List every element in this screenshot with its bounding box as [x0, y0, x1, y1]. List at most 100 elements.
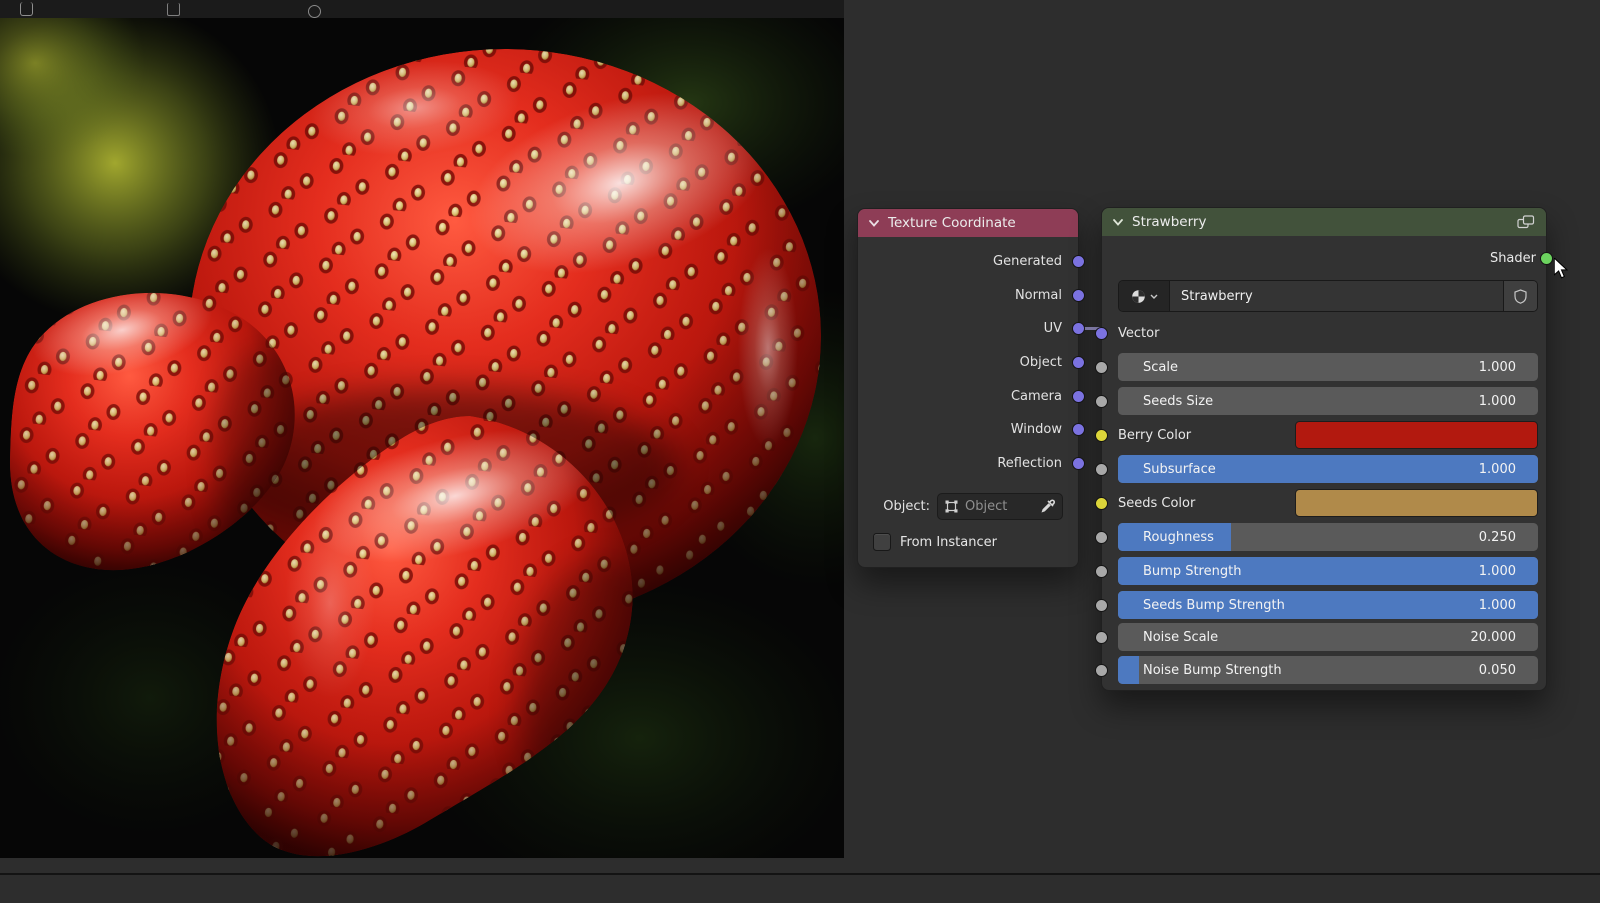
- texture-coordinate-node[interactable]: Texture Coordinate Generated Normal UV O…: [857, 208, 1079, 568]
- header-circle-icon[interactable]: [308, 5, 321, 18]
- slider-label: Scale: [1143, 360, 1178, 375]
- group-name-field[interactable]: Strawberry: [1170, 281, 1503, 311]
- socket-float-input[interactable]: [1095, 599, 1108, 612]
- output-generated: Generated: [858, 245, 1078, 279]
- socket-color-input[interactable]: [1095, 497, 1108, 510]
- roughness-slider[interactable]: Roughness 0.250: [1118, 523, 1538, 551]
- collapse-chevron-icon[interactable]: [1113, 219, 1123, 226]
- socket-float-input[interactable]: [1095, 463, 1108, 476]
- node-group-icon: [1517, 215, 1535, 229]
- fake-user-toggle[interactable]: [1503, 281, 1537, 311]
- output-label: Window: [1011, 422, 1062, 437]
- slider-label: Roughness: [1143, 530, 1214, 545]
- socket-float-input[interactable]: [1095, 664, 1108, 677]
- input-row-seeds-color: Seeds Color: [1118, 489, 1538, 517]
- node-header[interactable]: Texture Coordinate: [858, 209, 1078, 237]
- color-input-label: Seeds Color: [1118, 496, 1295, 511]
- seeds-size-slider[interactable]: Seeds Size 1.000: [1118, 387, 1538, 415]
- slider-fill: [1118, 656, 1139, 684]
- noise-bump-strength-slider[interactable]: Noise Bump Strength 0.050: [1118, 656, 1538, 684]
- slider-label: Seeds Size: [1143, 394, 1213, 409]
- bump-strength-slider[interactable]: Bump Strength 1.000: [1118, 557, 1538, 585]
- output-object: Object: [858, 346, 1078, 380]
- socket-float-input[interactable]: [1095, 395, 1108, 408]
- seeds-color-swatch[interactable]: [1295, 489, 1538, 517]
- input-row-berry-color: Berry Color: [1118, 421, 1538, 449]
- shield-icon: [1514, 289, 1527, 304]
- node-group-selector[interactable]: Strawberry: [1118, 280, 1538, 312]
- node-header[interactable]: Strawberry: [1102, 208, 1546, 236]
- slider-label: Noise Scale: [1143, 630, 1218, 645]
- socket-vector-output[interactable]: [1072, 457, 1085, 470]
- strawberry-group-node[interactable]: Strawberry Shader Strawber: [1101, 207, 1547, 691]
- slider-value: 1.000: [1479, 598, 1516, 613]
- output-normal: Normal: [858, 279, 1078, 313]
- blender-shader-editor: Texture Coordinate Generated Normal UV O…: [0, 0, 1600, 903]
- berry-color-swatch[interactable]: [1295, 421, 1538, 449]
- output-label: Normal: [1015, 288, 1062, 303]
- from-instancer-label: From Instancer: [900, 535, 997, 550]
- slider-value: 1.000: [1479, 394, 1516, 409]
- subsurface-slider[interactable]: Subsurface 1.000: [1118, 455, 1538, 483]
- group-browse-button[interactable]: [1119, 281, 1170, 311]
- output-label: Camera: [1011, 389, 1062, 404]
- shader-output-row: Shader: [1118, 242, 1538, 274]
- socket-float-input[interactable]: [1095, 631, 1108, 644]
- eyedropper-icon[interactable]: [1040, 498, 1056, 514]
- socket-vector-output[interactable]: [1072, 423, 1085, 436]
- object-icon: [944, 499, 959, 514]
- nodetree-ball-icon: [1131, 289, 1146, 304]
- socket-float-input[interactable]: [1095, 531, 1108, 544]
- mouse-cursor: [1554, 258, 1570, 280]
- input-row-roughness: Roughness 0.250: [1118, 523, 1538, 551]
- input-row-bump-strength: Bump Strength 1.000: [1118, 557, 1538, 585]
- slider-value: 20.000: [1471, 630, 1517, 645]
- seeds-bump-strength-slider[interactable]: Seeds Bump Strength 1.000: [1118, 591, 1538, 619]
- from-instancer-row[interactable]: From Instancer: [858, 531, 1078, 553]
- socket-vector-output[interactable]: [1072, 390, 1085, 403]
- color-input-label: Berry Color: [1118, 428, 1295, 443]
- collapse-chevron-icon[interactable]: [869, 220, 879, 227]
- socket-float-input[interactable]: [1095, 565, 1108, 578]
- noise-scale-slider[interactable]: Noise Scale 20.000: [1118, 623, 1538, 651]
- output-label: Reflection: [997, 456, 1062, 471]
- chevron-down-icon: [1150, 294, 1158, 299]
- output-label: Generated: [993, 254, 1062, 269]
- slider-label: Subsurface: [1143, 462, 1216, 477]
- from-instancer-checkbox[interactable]: [873, 533, 891, 551]
- node-title: Texture Coordinate: [888, 215, 1016, 231]
- node-title: Strawberry: [1132, 214, 1206, 230]
- object-select[interactable]: Object: [937, 493, 1063, 520]
- output-reflection: Reflection: [858, 447, 1078, 481]
- slider-label: Bump Strength: [1143, 564, 1241, 579]
- socket-vector-input[interactable]: [1095, 327, 1108, 340]
- output-window: Window: [858, 413, 1078, 447]
- output-label: Object: [1020, 355, 1062, 370]
- vector-input-row: Vector: [1118, 317, 1538, 349]
- socket-color-input[interactable]: [1095, 429, 1108, 442]
- slider-value: 1.000: [1479, 360, 1516, 375]
- vector-input-label: Vector: [1118, 326, 1159, 341]
- socket-float-input[interactable]: [1095, 361, 1108, 374]
- viewport-header-partial: [0, 0, 844, 18]
- slider-label: Seeds Bump Strength: [1143, 598, 1285, 613]
- input-row-subsurface: Subsurface 1.000: [1118, 455, 1538, 483]
- editor-splitter[interactable]: [0, 873, 1600, 875]
- slider-value: 1.000: [1479, 564, 1516, 579]
- input-row-seeds-size: Seeds Size 1.000: [1118, 387, 1538, 415]
- socket-shader-output[interactable]: [1540, 252, 1553, 265]
- socket-vector-output[interactable]: [1072, 289, 1085, 302]
- output-label: UV: [1044, 321, 1062, 336]
- socket-vector-output[interactable]: [1072, 356, 1085, 369]
- object-field-label: Object:: [872, 499, 930, 514]
- header-mode-icon[interactable]: [167, 3, 180, 16]
- socket-vector-output[interactable]: [1072, 255, 1085, 268]
- editor-type-icon[interactable]: [20, 2, 33, 16]
- input-row-scale: Scale 1.000: [1118, 353, 1538, 381]
- output-uv: UV: [858, 312, 1078, 346]
- output-camera: Camera: [858, 379, 1078, 413]
- rendered-preview: [0, 18, 844, 858]
- socket-vector-output[interactable]: [1072, 322, 1085, 335]
- scale-slider[interactable]: Scale 1.000: [1118, 353, 1538, 381]
- input-row-noise-bump-strength: Noise Bump Strength 0.050: [1118, 656, 1538, 684]
